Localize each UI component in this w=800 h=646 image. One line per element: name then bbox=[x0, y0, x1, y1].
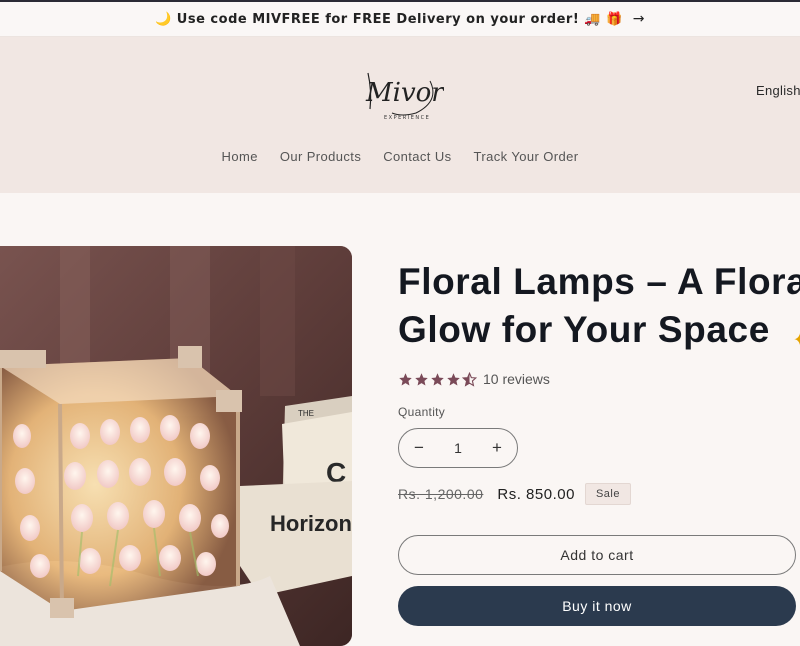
decrease-quantity-button[interactable]: − bbox=[411, 438, 427, 458]
logo-text: Mivora bbox=[365, 78, 444, 108]
nav-item-our-products[interactable]: Our Products bbox=[280, 149, 361, 164]
half-star-icon bbox=[462, 371, 477, 387]
reviews-count: 10 reviews bbox=[483, 371, 550, 387]
star-icon bbox=[415, 372, 428, 385]
sale-badge: Sale bbox=[584, 483, 631, 505]
star-icon bbox=[447, 372, 460, 385]
rating-stars bbox=[398, 371, 477, 387]
star-icon bbox=[431, 372, 444, 385]
product-title-line-1: Floral Lamps – A Flora bbox=[398, 261, 800, 302]
buy-now-button[interactable]: Buy it now bbox=[398, 586, 796, 626]
quantity-stepper: − 1 + bbox=[398, 428, 518, 468]
quantity-input[interactable]: 1 bbox=[454, 440, 462, 456]
announcement-bar[interactable]: 🌙 Use code MIVFREE for FREE Delivery on … bbox=[0, 2, 800, 37]
nav-item-track-order[interactable]: Track Your Order bbox=[474, 149, 579, 164]
main-nav: Home Our Products Contact Us Track Your … bbox=[0, 149, 800, 164]
nav-item-contact-us[interactable]: Contact Us bbox=[383, 149, 451, 164]
announcement-text: 🌙 Use code MIVFREE for FREE Delivery on … bbox=[155, 11, 623, 27]
sale-price: Rs. 850.00 bbox=[497, 485, 575, 503]
product-photo: C THE Horizon bbox=[0, 246, 352, 646]
logo[interactable]: Mivora EXPERIENCE bbox=[362, 61, 444, 123]
product-image[interactable]: C THE Horizon bbox=[0, 246, 352, 646]
product-title: Floral Lamps – A Flora Glow for Your Spa… bbox=[398, 258, 800, 354]
regular-price: Rs. 1,200.00 bbox=[398, 486, 484, 502]
book-text: THE bbox=[298, 409, 314, 418]
nav-item-home[interactable]: Home bbox=[222, 149, 258, 164]
add-to-cart-button[interactable]: Add to cart bbox=[398, 535, 796, 575]
book-title-text: Horizon bbox=[270, 511, 352, 536]
increase-quantity-button[interactable]: + bbox=[489, 438, 505, 458]
language-selector[interactable]: English bbox=[756, 83, 800, 98]
product-rating[interactable]: 10 reviews bbox=[398, 371, 550, 387]
sparkle-icon: ✦ bbox=[793, 330, 800, 349]
quantity-label: Quantity bbox=[398, 405, 446, 419]
site-header: Mivora EXPERIENCE English Home Our Produ… bbox=[0, 37, 800, 193]
star-icon bbox=[399, 372, 412, 385]
logo-subtext: EXPERIENCE bbox=[384, 115, 430, 121]
price-row: Rs. 1,200.00 Rs. 850.00 Sale bbox=[398, 483, 631, 505]
product-title-line-2: Glow for Your Space bbox=[398, 309, 770, 350]
arrow-right-icon[interactable]: → bbox=[633, 11, 645, 27]
